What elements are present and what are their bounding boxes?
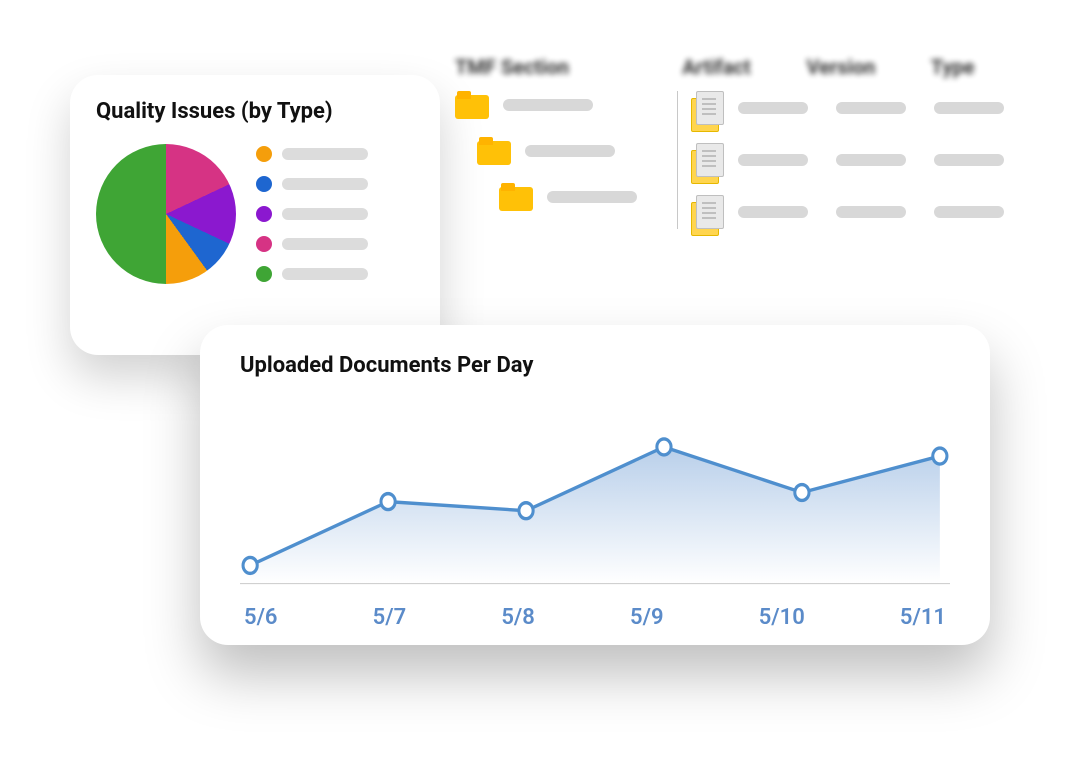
- tmf-table-header: TMF Section Artifact Version Type: [455, 55, 1015, 79]
- tmf-table: TMF Section Artifact Version Type: [455, 55, 1015, 229]
- legend-dot-icon: [256, 176, 272, 192]
- folder-row: [455, 91, 665, 119]
- placeholder: [738, 206, 808, 218]
- col-header-section: TMF Section: [455, 55, 642, 79]
- file-icon: [696, 143, 724, 177]
- legend-row: [256, 146, 368, 162]
- placeholder: [282, 178, 368, 190]
- placeholder: [282, 268, 368, 280]
- folder-icon: [477, 137, 511, 165]
- folder-icon: [455, 91, 489, 119]
- uploaded-docs-card: Uploaded Documents Per Day 5/65/75/85/95…: [200, 325, 990, 645]
- x-tick-label: 5/8: [501, 605, 535, 630]
- placeholder: [282, 208, 368, 220]
- col-header-type: Type: [931, 55, 1015, 79]
- placeholder: [503, 99, 593, 111]
- placeholder: [738, 154, 808, 166]
- placeholder: [934, 102, 1004, 114]
- legend-row: [256, 206, 368, 222]
- placeholder: [547, 191, 637, 203]
- placeholder: [836, 102, 906, 114]
- placeholder: [525, 145, 615, 157]
- legend-dot-icon: [256, 266, 272, 282]
- legend-dot-icon: [256, 236, 272, 252]
- x-tick-label: 5/9: [630, 605, 664, 630]
- folder-row: [455, 137, 665, 165]
- uploaded-docs-chart: [240, 390, 950, 595]
- legend-dot-icon: [256, 206, 272, 222]
- placeholder: [934, 154, 1004, 166]
- quality-issues-title: Quality Issues (by Type): [96, 99, 414, 124]
- placeholder: [836, 206, 906, 218]
- placeholder: [934, 206, 1004, 218]
- file-row: [696, 143, 1015, 177]
- x-tick-label: 5/10: [759, 605, 805, 630]
- folder-icon: [499, 183, 533, 211]
- file-icon: [696, 195, 724, 229]
- col-header-version: Version: [806, 55, 890, 79]
- x-tick-label: 5/11: [900, 605, 946, 630]
- placeholder: [738, 102, 808, 114]
- quality-issues-pie: [96, 144, 236, 284]
- legend-row: [256, 176, 368, 192]
- uploaded-docs-xaxis: 5/6 5/7 5/8 5/9 5/10 5/11: [240, 605, 950, 630]
- placeholder: [282, 148, 368, 160]
- legend-row: [256, 266, 368, 282]
- legend-row: [256, 236, 368, 252]
- quality-issues-card: Quality Issues (by Type): [70, 75, 440, 355]
- placeholder: [836, 154, 906, 166]
- legend-dot-icon: [256, 146, 272, 162]
- file-icon: [696, 91, 724, 125]
- uploaded-docs-title: Uploaded Documents Per Day: [240, 353, 950, 378]
- folder-row: [455, 183, 665, 211]
- placeholder: [282, 238, 368, 250]
- x-tick-label: 5/6: [244, 605, 278, 630]
- file-row: [696, 195, 1015, 229]
- file-row: [696, 91, 1015, 125]
- col-header-artifact: Artifact: [682, 55, 766, 79]
- quality-issues-legend: [256, 146, 368, 282]
- x-tick-label: 5/7: [373, 605, 407, 630]
